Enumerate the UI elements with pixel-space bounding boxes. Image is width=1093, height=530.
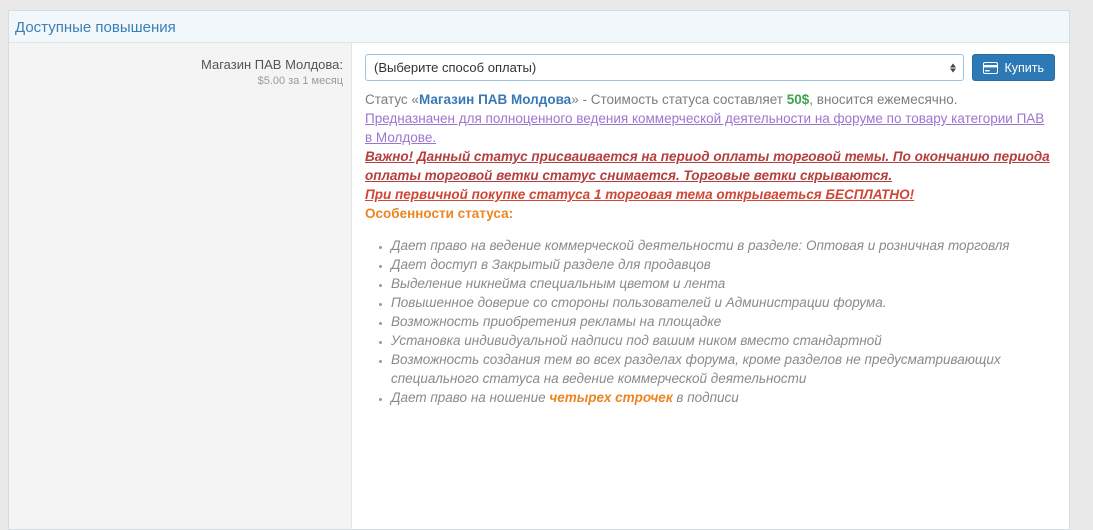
status-line-prefix: Статус « [365, 92, 419, 107]
buy-button[interactable]: Купить [972, 54, 1055, 81]
feature-item: Возможность приобретения рекламы на площ… [391, 312, 1055, 331]
payment-method-select[interactable]: (Выберите способ оплаты) [365, 54, 964, 81]
status-name: Магазин ПАВ Молдова [419, 92, 571, 107]
features-list: Дает право на ведение коммерческой деяте… [365, 236, 1055, 407]
feature-item: Установка индивидуальной надписи под ваш… [391, 331, 1055, 350]
upgrade-name-label: Магазин ПАВ Молдова: [9, 57, 343, 72]
available-upgrades-panel: Доступные повышения Магазин ПАВ Молдова:… [8, 10, 1070, 530]
payment-method-selected-option: (Выберите способ оплаты) [374, 60, 536, 75]
select-stepper-icon [950, 63, 956, 72]
status-line-suffix: , вносится ежемесячно. [809, 92, 957, 107]
features-heading: Особенности статуса: [365, 204, 1055, 223]
panel-header: Доступные повышения [9, 11, 1069, 43]
status-line-middle: » - Стоимость статуса составляет [571, 92, 787, 107]
feature-item: Повышенное доверие со стороны пользовате… [391, 293, 1055, 312]
purchase-row: (Выберите способ оплаты) Купить [365, 54, 1055, 81]
status-price: 50$ [787, 92, 810, 107]
upgrade-description: Статус «Магазин ПАВ Молдова» - Стоимость… [365, 90, 1055, 223]
first-purchase-text: При первичной покупке статуса 1 торговая… [365, 185, 1055, 204]
feature-signature-highlight: четырех строчек [549, 390, 672, 405]
credit-card-icon [983, 62, 998, 74]
feature-item-signature: Дает право на ношение четырех строчек в … [391, 388, 1055, 407]
upgrade-label-column: Магазин ПАВ Молдова: $5.00 за 1 месяц [9, 43, 352, 529]
upgrade-content-column: (Выберите способ оплаты) Купить [352, 43, 1069, 529]
feature-item: Дает право на ведение коммерческой деяте… [391, 236, 1055, 255]
feature-signature-prefix: Дает право на ношение [391, 390, 549, 405]
feature-item: Дает доступ в Закрытый разделе для прода… [391, 255, 1055, 274]
feature-item: Возможность создания тем во всех раздела… [391, 350, 1055, 388]
upgrade-price-label: $5.00 за 1 месяц [9, 75, 343, 87]
description-link-text: Предназначен для полноценного ведения ко… [365, 109, 1055, 147]
panel-body: Магазин ПАВ Молдова: $5.00 за 1 месяц (В… [9, 43, 1069, 529]
feature-signature-suffix: в подписи [673, 390, 739, 405]
feature-item: Выделение никнейма специальным цветом и … [391, 274, 1055, 293]
warning-text: Важно! Данный статус присваивается на пе… [365, 147, 1055, 185]
status-line: Статус «Магазин ПАВ Молдова» - Стоимость… [365, 90, 1055, 109]
buy-button-label: Купить [1004, 61, 1044, 75]
panel-title: Доступные повышения [15, 19, 176, 36]
